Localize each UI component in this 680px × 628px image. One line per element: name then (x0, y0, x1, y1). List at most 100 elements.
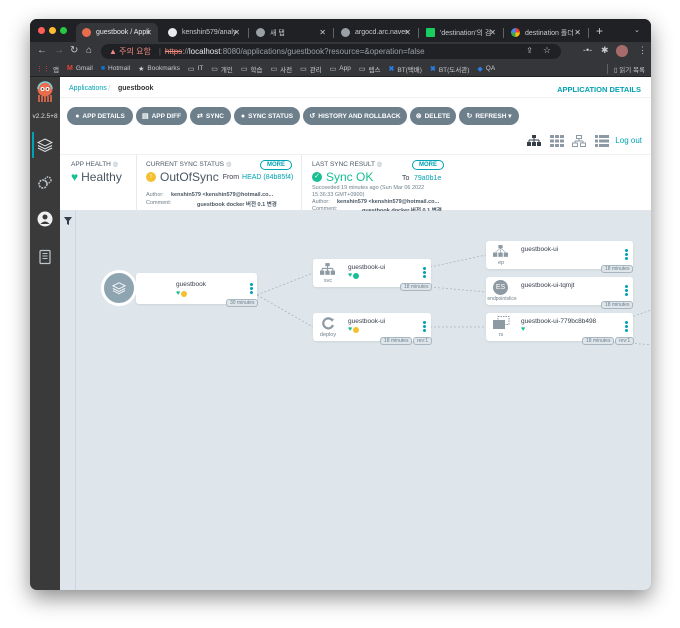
sync-button[interactable]: ⇄ SYNC (190, 107, 231, 125)
share-icon[interactable]: ⇪ (526, 46, 533, 55)
version-label: v2.2.5+8 (32, 113, 58, 120)
application-kind-icon (101, 270, 137, 306)
network-view-icon[interactable] (572, 135, 586, 147)
age-badge: 18 minutes (601, 265, 634, 273)
endpoints-icon (493, 245, 508, 257)
age-badge: 18 minutes (380, 337, 413, 345)
bookmark-study[interactable]: ▭ 학습 (241, 64, 263, 74)
close-tab-icon[interactable]: ✕ (145, 28, 152, 37)
close-tab-icon[interactable]: ✕ (489, 28, 496, 37)
bookmark-gmail[interactable]: M Gmail (67, 65, 93, 72)
gmail-icon: M (66, 65, 73, 72)
refresh-button[interactable]: ↻ REFRESH ▾ (459, 107, 519, 125)
node-menu-button[interactable] (625, 249, 628, 261)
last-sync-status: ✓ Sync OK (312, 170, 373, 184)
node-menu-button[interactable] (625, 285, 628, 297)
node-menu-button[interactable] (625, 321, 628, 333)
resource-tree-canvas[interactable]: guestbook ♥ 30 minutes svc guestbook-ui … (60, 211, 651, 590)
argocd-app: v2.2.5+8 Applications / guestbook APPLIC… (30, 77, 651, 590)
user-info-nav-icon[interactable] (37, 211, 53, 227)
close-window-button[interactable] (38, 27, 45, 34)
bookmark-bookmarks[interactable]: ★ Bookmarks (138, 65, 180, 73)
browser-tab-naver-search[interactable]: 'destination'의 검 ✕ (420, 23, 502, 42)
sync-status-button[interactable]: ● SYNC STATUS (234, 107, 300, 125)
address-bar[interactable]: ▲ 주의 요함 | https://localhost:8080/applica… (101, 44, 561, 59)
help-icon[interactable]: ◍ (226, 161, 232, 168)
bookmark-dictionary[interactable]: ▭ 사전 (270, 64, 292, 74)
extension-icon[interactable]: -•- (583, 45, 592, 55)
folder-icon: ▭ (187, 65, 195, 73)
app-diff-button[interactable]: ▤ APP DIFF (136, 107, 187, 125)
edge-app-deploy (256, 294, 314, 328)
reload-button[interactable]: ↻ (70, 45, 78, 56)
close-tab-icon[interactable]: ✕ (574, 28, 581, 37)
browser-tab-argocd[interactable]: argocd.arc.naver ✕ (335, 23, 417, 42)
minimize-window-button[interactable] (49, 27, 56, 34)
bookmark-manage[interactable]: ▭ 관리 (300, 64, 322, 74)
close-tab-icon[interactable]: ✕ (319, 28, 326, 37)
replicaset-icon (493, 316, 510, 329)
health-status: ♥ Healthy (71, 170, 122, 184)
logout-link[interactable]: Log out (615, 136, 642, 145)
close-tab-icon[interactable]: ✕ (404, 28, 411, 37)
bookmark-bt-library[interactable]: ✖ BT(도서관) (430, 64, 469, 74)
file-icon: ▤ (141, 113, 149, 120)
sync-head-link[interactable]: HEAD (84b85f4) (242, 174, 293, 181)
history-rollback-button[interactable]: ↺ HISTORY AND ROLLBACK (303, 107, 407, 125)
browser-tab-github[interactable]: kenshin579/analy ✕ (162, 23, 246, 42)
sync-icon: ⇄ (197, 113, 203, 120)
help-icon[interactable]: ◍ (377, 161, 383, 168)
healthy-heart-icon: ♥ (348, 326, 353, 333)
filter-icon[interactable] (64, 217, 72, 225)
node-menu-button[interactable] (423, 321, 426, 333)
revision-badge: rev:1 (615, 337, 635, 345)
last-sync-revision-link[interactable]: 79a0b1e (414, 175, 441, 182)
list-view-icon[interactable] (595, 135, 609, 147)
node-menu-button[interactable] (423, 267, 426, 279)
naver-favicon-icon (426, 28, 435, 37)
reading-list-button[interactable]: ▯ 읽기 목록 (606, 64, 645, 74)
folder-icon: ▭ (358, 65, 366, 73)
settings-nav-icon[interactable] (37, 175, 53, 191)
forward-button[interactable]: → (54, 45, 64, 56)
bookmark-it[interactable]: ▭ IT (188, 65, 203, 73)
documentation-nav-icon[interactable] (37, 249, 53, 265)
bookmark-app[interactable]: ▭ App (330, 65, 351, 73)
bookmark-star-icon[interactable]: ☆ (543, 45, 551, 56)
tab-search-chevron-icon[interactable]: ⌄ (634, 26, 640, 34)
browser-tab-guestbook[interactable]: guestbook / Appli ✕ (76, 23, 158, 42)
delete-button[interactable]: ⊗ DELETE (410, 107, 456, 125)
help-icon[interactable]: ◍ (113, 161, 119, 168)
folder-icon: ▭ (329, 65, 337, 73)
bookmark-qa[interactable]: ◆ QA (477, 65, 495, 73)
home-button[interactable]: ⌂ (86, 45, 92, 56)
maximize-window-button[interactable] (60, 27, 67, 34)
argo-logo[interactable] (35, 81, 55, 103)
age-badge: 18 minutes (582, 337, 615, 345)
tree-view-icon[interactable] (527, 135, 541, 147)
browser-tab-new[interactable]: 새 탭 ✕ (250, 23, 332, 42)
browser-toolbar: ← → ↻ ⌂ ▲ 주의 요함 | https://localhost:8080… (30, 42, 651, 61)
applications-nav-icon[interactable] (37, 137, 53, 153)
last-sync-more-button[interactable]: MORE (412, 160, 444, 170)
node-menu-button[interactable] (250, 283, 253, 295)
back-button[interactable]: ← (37, 45, 47, 56)
extensions-puzzle-icon[interactable]: ✱ (601, 45, 609, 56)
bookmark-labs[interactable]: ▭ 렙스 (359, 64, 381, 74)
bookmark-personal[interactable]: ▭ 개인 (211, 64, 233, 74)
browser-menu-icon[interactable]: ⋮ (638, 45, 647, 56)
app-details-button[interactable]: ● APP DETAILS (67, 107, 133, 125)
bookmark-bt-delivery[interactable]: ✖ BT(택배) (388, 64, 421, 74)
sync-more-button[interactable]: MORE (260, 160, 292, 170)
pods-view-icon[interactable] (550, 135, 564, 147)
bookmark-apps[interactable]: ⋮⋮ 앱 (36, 64, 59, 74)
bookmark-hotmail[interactable]: ■ Hotmail (101, 65, 130, 72)
close-tab-icon[interactable]: ✕ (233, 28, 240, 37)
current-sync-block: CURRENT SYNC STATUS ◍ MORE ↑ OutOfSync F… (146, 160, 294, 208)
profile-avatar[interactable] (616, 45, 628, 57)
new-tab-button[interactable]: + (596, 24, 603, 38)
security-warning[interactable]: ▲ 주의 요함 (109, 46, 151, 57)
check-circle-icon: ✓ (312, 172, 322, 182)
breadcrumb-applications[interactable]: Applications (69, 85, 107, 92)
browser-tab-google-search[interactable]: destination 폴더 - ✕ (505, 23, 587, 42)
